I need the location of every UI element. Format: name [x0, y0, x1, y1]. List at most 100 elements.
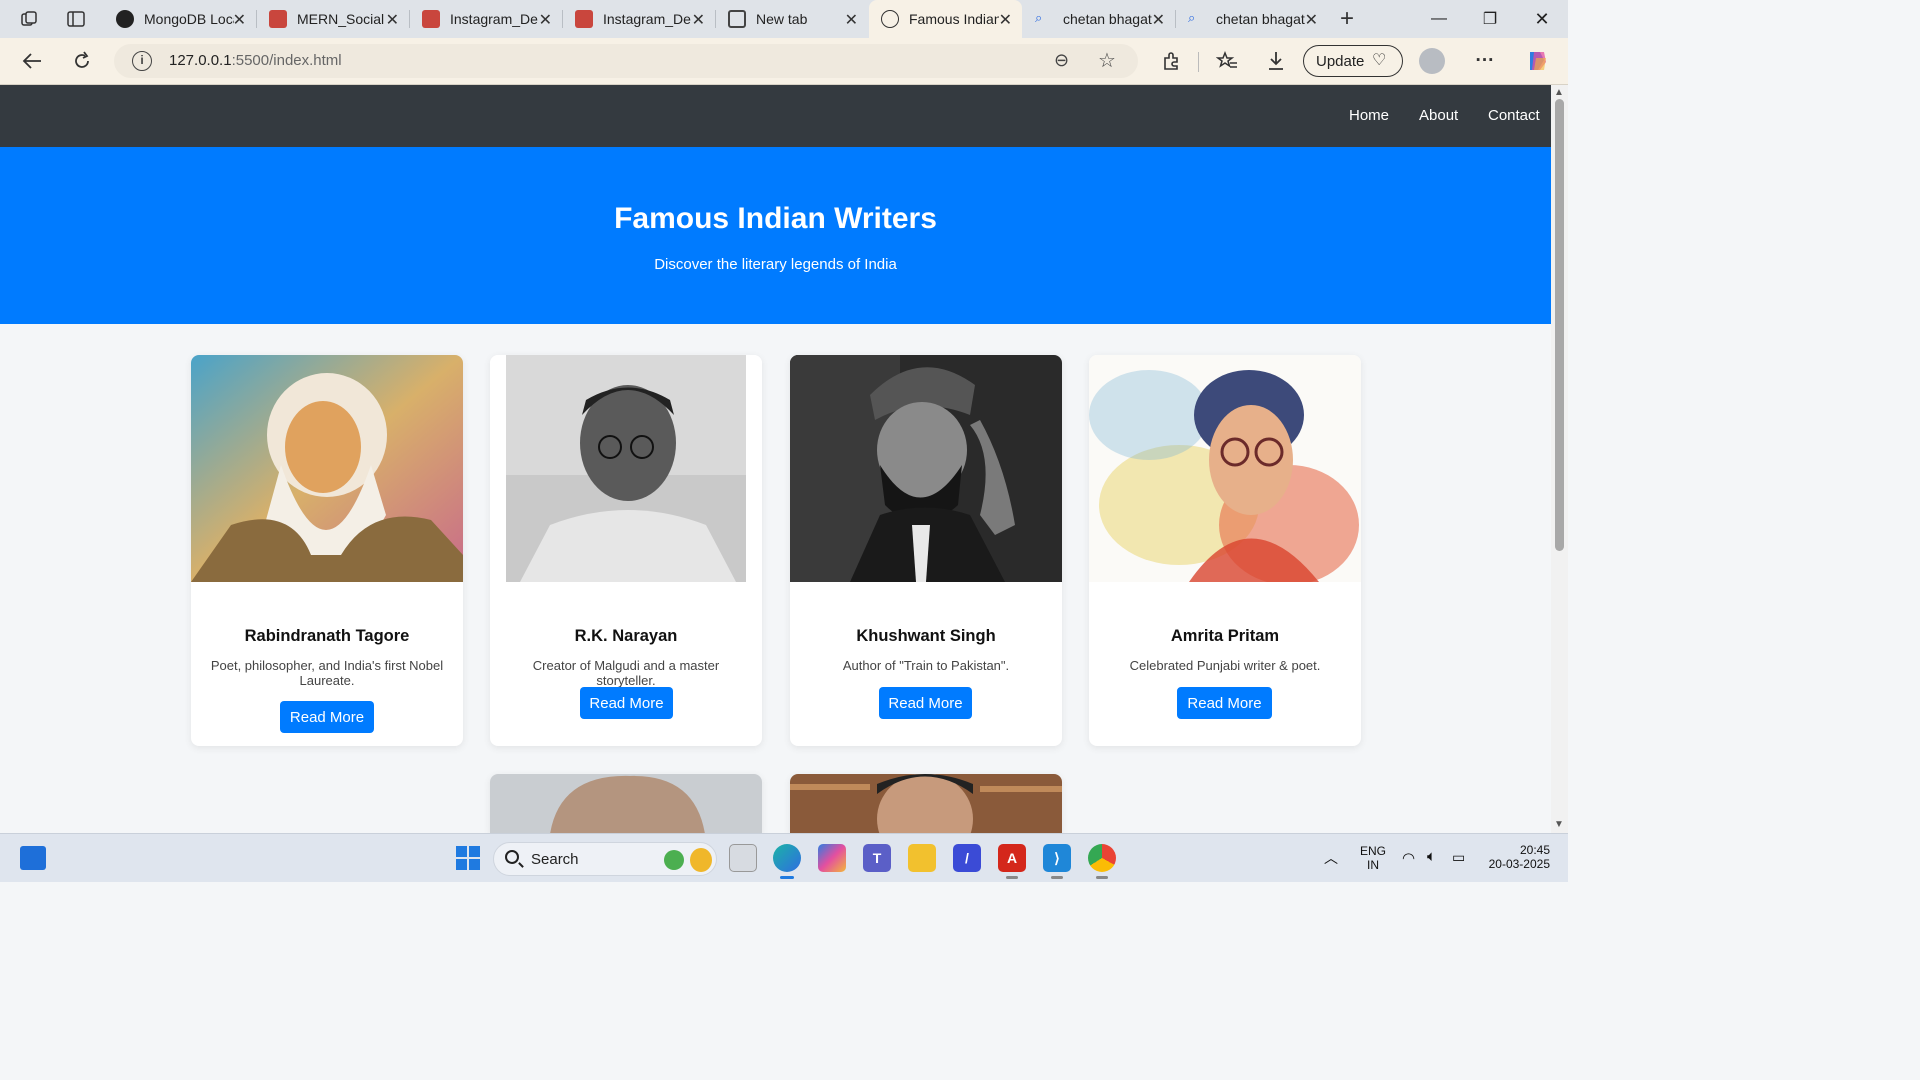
language-indicator[interactable]: ENG IN — [1358, 844, 1388, 872]
new-tab-plus-icon[interactable]: + — [1334, 5, 1360, 32]
restore-icon[interactable]: ❐ — [1475, 6, 1505, 32]
taskbar-search-box[interactable]: Search — [493, 842, 717, 876]
start-icon[interactable] — [454, 844, 482, 872]
refresh-icon[interactable] — [67, 46, 97, 76]
downloads-icon[interactable] — [1261, 46, 1291, 76]
hero-title: Famous Indian Writers — [614, 202, 937, 235]
tab-chetan-bhagat-2[interactable]: ⌕ chetan bhagat ✕ — [1176, 0, 1328, 38]
nav-contact-link[interactable]: Contact — [1488, 107, 1540, 124]
update-button[interactable]: Update ♡ — [1303, 45, 1403, 77]
tab-instagram-2[interactable]: Instagram_De ✕ — [563, 0, 715, 38]
close-icon[interactable]: ✕ — [233, 10, 246, 30]
writer-portrait-image — [191, 355, 463, 582]
web-page: Home About Contact Famous Indian Writers… — [0, 85, 1551, 833]
more-menu-icon[interactable]: ··· — [1470, 46, 1500, 76]
read-more-button[interactable]: Read More — [879, 687, 972, 719]
site-info-icon[interactable]: i — [132, 51, 152, 71]
writer-card-amrita: Amrita Pritam Celebrated Punjabi writer … — [1089, 355, 1361, 746]
nav-about-link[interactable]: About — [1419, 107, 1458, 124]
chrome-icon[interactable] — [1088, 844, 1116, 872]
heart-pulse-icon: ♡ — [1372, 52, 1387, 69]
pdf-icon — [422, 10, 440, 28]
tab-famous-indian-writers[interactable]: Famous Indian Writers ✕ — [869, 0, 1022, 38]
copilot-icon[interactable] — [1522, 46, 1552, 76]
writer-portrait-image — [790, 774, 1062, 833]
acrobat-icon[interactable]: A — [998, 844, 1026, 872]
search-icon: ⌕ — [1188, 10, 1196, 25]
close-icon[interactable]: ✕ — [1152, 10, 1165, 30]
writer-description: Poet, philosopher, and India's first Nob… — [210, 658, 444, 688]
extensions-icon[interactable] — [1156, 46, 1186, 76]
writer-name: Rabindranath Tagore — [244, 627, 410, 645]
file-explorer-icon[interactable] — [908, 844, 936, 872]
read-more-button[interactable]: Read More — [1177, 687, 1272, 719]
tab-mern-social[interactable]: MERN_Social ✕ — [257, 0, 409, 38]
wifi-icon[interactable]: ◠ — [1402, 849, 1415, 867]
read-more-button[interactable]: Read More — [280, 701, 374, 733]
site-navbar: Home About Contact — [0, 85, 1551, 147]
scroll-down-arrow-icon[interactable]: ▼ — [1554, 819, 1564, 830]
search-icon: ⌕ — [1035, 10, 1043, 25]
task-view-icon[interactable] — [729, 844, 757, 872]
writer-name: Khushwant Singh — [856, 627, 996, 645]
close-icon[interactable]: ✕ — [845, 10, 858, 30]
tab-actions-icon[interactable] — [63, 6, 89, 32]
search-highlight-icon — [690, 848, 712, 872]
new-tab-icon — [728, 10, 746, 28]
writer-portrait-image — [790, 355, 1062, 582]
read-more-button[interactable]: Read More — [580, 687, 673, 719]
browser-toolbar: i 127.0.0.1:5500/index.html ⊖ ☆ Update ♡… — [0, 38, 1568, 85]
widgets-icon[interactable] — [20, 846, 46, 870]
scroll-up-arrow-icon[interactable]: ▲ — [1554, 87, 1564, 98]
close-icon[interactable]: ✕ — [999, 10, 1012, 30]
tab-chetan-bhagat-1[interactable]: ⌕ chetan bhagat ✕ — [1023, 0, 1175, 38]
scrollbar-thumb[interactable] — [1555, 99, 1564, 551]
vscode-icon[interactable]: ⟩ — [1043, 844, 1071, 872]
tab-instagram-1[interactable]: Instagram_De ✕ — [410, 0, 562, 38]
hero-banner: Famous Indian Writers Discover the liter… — [0, 147, 1551, 324]
teams-icon[interactable]: T — [863, 844, 891, 872]
chevron-up-icon[interactable]: ︿ — [1324, 848, 1338, 868]
globe-icon — [881, 10, 899, 28]
battery-icon[interactable]: ▭ — [1452, 849, 1465, 866]
close-icon[interactable]: ✕ — [692, 10, 705, 30]
nav-home-link[interactable]: Home — [1349, 107, 1389, 124]
edge-browser-icon[interactable] — [773, 844, 801, 872]
hero-subtitle: Discover the literary legends of India — [654, 256, 897, 273]
writer-card-khushwant: Khushwant Singh Author of "Train to Paki… — [790, 355, 1062, 746]
copilot-app-icon[interactable] — [818, 844, 846, 872]
writer-portrait-image — [490, 355, 762, 582]
back-arrow-icon[interactable] — [17, 46, 47, 76]
writer-name: R.K. Narayan — [574, 627, 678, 645]
writer-name: Amrita Pritam — [1170, 627, 1280, 645]
writer-portrait-image — [1089, 355, 1361, 585]
favorite-star-icon[interactable]: ☆ — [1098, 48, 1116, 73]
writer-description: Creator of Malgudi and a master storytel… — [532, 658, 720, 688]
search-highlight-icon — [664, 850, 684, 870]
close-icon[interactable]: ✕ — [539, 10, 552, 30]
windows-taskbar: Search T / A ⟩ ︿ ENG IN ◠ 🔈︎ ▭ 20:45 20-… — [0, 833, 1568, 882]
writer-card-narayan: R.K. Narayan Creator of Malgudi and a ma… — [490, 355, 762, 746]
close-icon[interactable]: ✕ — [386, 10, 399, 30]
writer-portrait-image — [490, 774, 762, 833]
favorites-icon[interactable] — [1212, 46, 1242, 76]
browser-tab-strip: MongoDB Local ✕ MERN_Social ✕ Instagram_… — [0, 0, 1568, 38]
search-icon — [505, 850, 519, 864]
writer-card-partial — [490, 774, 762, 833]
writer-description: Celebrated Punjabi writer & poet. — [1129, 658, 1321, 673]
tab-new-tab[interactable]: New tab ✕ — [716, 0, 868, 38]
openai-icon — [116, 10, 134, 28]
url-text: 127.0.0.1:5500/index.html — [169, 52, 342, 69]
workspaces-icon[interactable] — [16, 6, 42, 32]
page-scrollbar[interactable]: ▲ ▼ — [1551, 85, 1568, 833]
volume-icon[interactable]: 🔈︎ — [1427, 848, 1436, 865]
tab-mongodb[interactable]: MongoDB Local ✕ — [104, 0, 256, 38]
minimize-icon[interactable]: — — [1424, 6, 1454, 32]
profile-avatar[interactable] — [1419, 48, 1445, 74]
close-icon[interactable]: ✕ — [1305, 10, 1318, 30]
app-icon[interactable]: / — [953, 844, 981, 872]
zoom-out-icon[interactable]: ⊖ — [1054, 50, 1069, 71]
clock[interactable]: 20:45 20-03-2025 — [1480, 843, 1550, 871]
window-close-icon[interactable]: ✕ — [1527, 6, 1557, 32]
address-bar[interactable]: i 127.0.0.1:5500/index.html ⊖ ☆ — [114, 44, 1138, 78]
